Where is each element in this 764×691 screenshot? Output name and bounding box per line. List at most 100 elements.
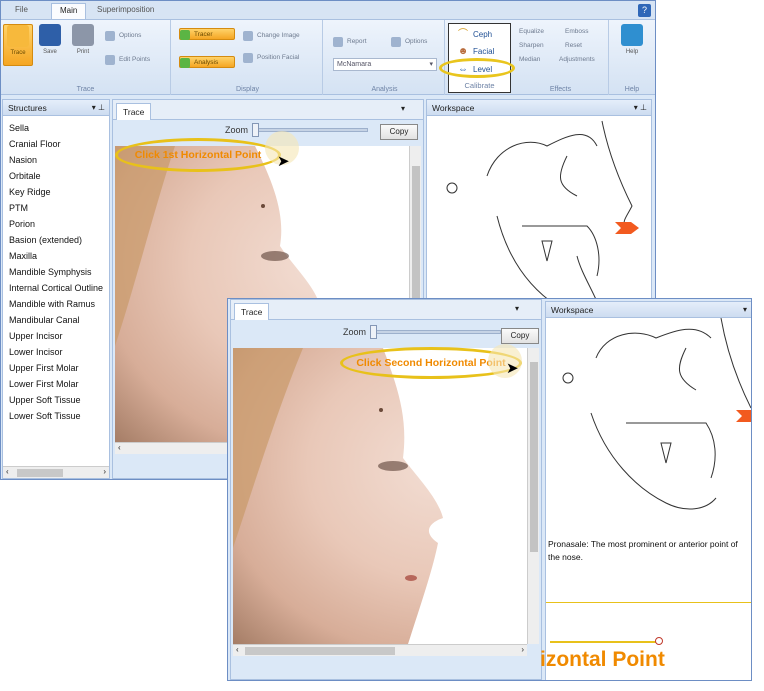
print-button-label: Print [76,49,90,55]
structure-item[interactable]: Internal Cortical Outline [9,280,103,296]
tracer-toggle[interactable]: Tracer [179,28,235,40]
group-label-display: Display [236,86,259,93]
save-button[interactable]: Save [35,24,65,66]
structure-item[interactable]: Key Ridge [9,184,103,200]
reset-button[interactable]: Reset [565,40,582,52]
group-label-analysis: Analysis [371,86,398,93]
analysis-toggle[interactable]: Analysis [179,56,235,68]
structure-item[interactable]: Porion [9,216,103,232]
ceph-tracing [446,120,639,316]
report-button[interactable]: Report [333,36,367,48]
porion-circle [562,372,574,384]
change-image-icon [243,31,253,41]
structure-item[interactable]: Mandible with Ramus [9,296,103,312]
structure-item[interactable]: Upper Incisor [9,328,103,344]
dropdown-icon[interactable]: ▾ [743,302,747,318]
structure-item[interactable]: Lower First Molar [9,376,103,392]
scroll-left-icon[interactable]: ‹ [236,645,239,654]
structures-header: Structures ▾ ⊥ [3,100,109,116]
lips-shape [405,575,417,581]
trace-options-button[interactable]: Options [105,30,141,42]
tab-superimposition[interactable]: Superimposition [89,3,162,19]
change-image-label: Change Image [257,32,300,39]
structures-scrollbar[interactable]: ‹ › [3,466,109,478]
structure-item[interactable]: Upper First Molar [9,360,103,376]
sharpen-button[interactable]: Sharpen [519,40,544,52]
structure-item[interactable]: Upper Soft Tissue [9,392,103,408]
trace-vscroll-2[interactable] [527,348,539,644]
trace-hscroll-thumb-2[interactable] [245,647,395,655]
pronasale-marker-icon [615,222,639,234]
scroll-left-icon[interactable]: ‹ [6,467,9,476]
copy-button-2[interactable]: Copy [501,328,539,344]
analysis-options-button[interactable]: Options [391,36,427,48]
orbit-line [678,347,697,391]
question-icon [621,24,643,46]
face-photo-2[interactable] [233,348,527,644]
report-label: Report [347,38,367,45]
tab-trace[interactable]: Trace [116,103,152,120]
change-image-button[interactable]: Change Image [243,30,300,42]
pin-icon[interactable]: ▾ ⊥ [92,100,105,116]
structure-item[interactable]: Mandibular Canal [9,312,103,328]
pronasale-marker-icon [736,410,751,422]
equalize-button[interactable]: Equalize [519,26,544,38]
facial-button[interactable]: ☻ Facial [457,46,495,58]
background-area [383,348,527,644]
scroll-left-icon[interactable]: ‹ [118,443,121,452]
workspace-header: Workspace ▾ ⊥ [427,100,651,116]
dropdown-icon[interactable]: ▾ [515,304,519,313]
help-icon[interactable]: ? [638,4,651,17]
structure-item[interactable]: Basion (extended) [9,232,103,248]
structure-item[interactable]: Lower Soft Tissue [9,408,103,424]
scroll-thumb[interactable] [17,469,63,477]
group-label-calibrate: Calibrate [464,81,495,90]
structure-item[interactable]: Mandible Symphysis [9,264,103,280]
tab-main[interactable]: Main [51,3,87,19]
second-window: Trace ▾ Zoom Copy ‹ › Click Second Horiz… [227,298,752,681]
zoom-slider-2[interactable] [370,325,501,339]
chevron-down-icon: ▾ [429,61,433,68]
face-icon: ☻ [457,46,469,57]
zoom-slider-knob-2[interactable] [370,325,377,339]
structure-item[interactable]: Sella [9,120,103,136]
scroll-right-icon[interactable]: › [103,467,106,476]
zoom-slider[interactable] [252,123,368,137]
edit-points-button[interactable]: Edit Points [105,54,150,66]
structure-item[interactable]: Cranial Floor [9,136,103,152]
zoom-slider-knob[interactable] [252,123,259,137]
adjustments-button[interactable]: Adjustments [559,54,595,66]
edit-points-icon [105,55,115,65]
copy-button[interactable]: Copy [380,124,418,140]
ceph-button[interactable]: ⌒ Ceph [457,29,492,41]
analysis-toggle-icon [180,58,190,68]
scroll-right-icon[interactable]: › [521,645,524,654]
emboss-button[interactable]: Emboss [565,26,588,38]
mole-mark [379,408,383,412]
trace-button[interactable]: Trace [3,24,33,66]
tab-trace-2[interactable]: Trace [234,303,270,320]
group-label-help: Help [624,86,640,93]
soft-tissue-profile [601,120,633,227]
analysis-toggle-label: Analysis [194,59,219,66]
analysis-select[interactable]: McNamara ▾ [333,58,437,71]
help-button[interactable]: Help [617,24,647,66]
structure-item[interactable]: Lower Incisor [9,344,103,360]
structure-item[interactable]: PTM [9,200,103,216]
save-button-label: Save [43,49,57,55]
mandible-line [590,412,717,510]
structure-item[interactable]: Orbitale [9,168,103,184]
ribbon-group-analysis: Report Options McNamara ▾ Analysis [325,20,445,95]
trace-hscroll-2[interactable]: ‹ › [233,644,527,656]
dropdown-icon[interactable]: ▾ [401,104,405,113]
median-button[interactable]: Median [519,54,540,66]
hint-dot-icon [655,637,663,645]
trace-vscroll-thumb-2[interactable] [530,362,538,552]
position-facial-button[interactable]: Position Facial [243,52,299,64]
ceph-tracing-2 [562,318,751,510]
structure-item[interactable]: Maxilla [9,248,103,264]
pin-icon[interactable]: ▾ ⊥ [634,100,647,116]
print-button[interactable]: Print [68,24,98,66]
tab-file[interactable]: File [7,3,36,19]
structure-item[interactable]: Nasion [9,152,103,168]
